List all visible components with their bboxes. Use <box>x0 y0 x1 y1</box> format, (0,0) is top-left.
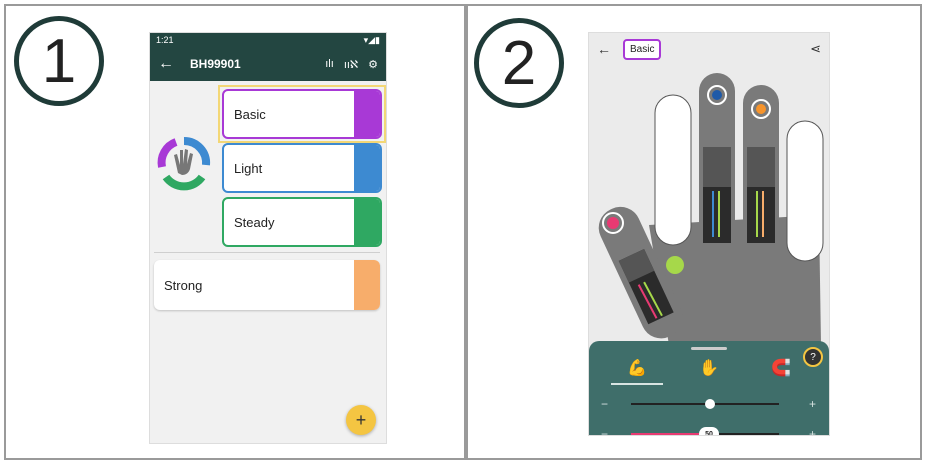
profile-card-light[interactable]: Light <box>222 143 382 193</box>
profile-name-pill[interactable]: Basic <box>623 38 662 60</box>
sheet-handle[interactable] <box>691 347 727 350</box>
divider <box>154 252 380 253</box>
profile-color-swatch <box>354 199 380 245</box>
back-arrow-icon[interactable]: ← <box>597 41 611 57</box>
step-1-panel: 1 1:21 ▾◢▮ ← BH99901 ılı ııℵ ⚙ Basic Lig… <box>4 4 466 460</box>
hand-diagram <box>598 73 824 345</box>
step-number-1: 1 <box>14 16 104 106</box>
status-icons: ▾◢▮ <box>363 34 380 45</box>
arm-icon: 💪 <box>627 360 647 377</box>
profile-color-swatch <box>354 91 380 137</box>
profile-color-swatch <box>354 260 380 310</box>
profile-label: Light <box>234 160 263 176</box>
magnet-icon: 🧲 <box>771 360 791 377</box>
profile-card-steady[interactable]: Steady <box>222 197 382 247</box>
increase-button-2[interactable]: + <box>809 427 816 435</box>
decrease-button[interactable]: − <box>601 397 608 411</box>
tab-hand-pad[interactable]: ✋ <box>683 353 735 383</box>
status-time: 1:21 <box>156 35 174 45</box>
hand-pad-icon: ✋ <box>699 360 719 377</box>
profile-card-strong[interactable]: Strong <box>154 260 380 310</box>
profile-label: Steady <box>234 214 275 230</box>
slider-thumb[interactable] <box>705 399 715 409</box>
slider-value-badge: 50 <box>699 427 719 435</box>
add-profile-button[interactable]: + <box>346 405 376 435</box>
bottom-sheet[interactable]: ? 💪 ✋ 🧲 − + − 50 + <box>589 341 829 435</box>
share-icon[interactable]: ⋖ <box>810 41 821 57</box>
tab-magnet[interactable]: 🧲 <box>755 353 807 383</box>
profile-card-basic[interactable]: Basic <box>222 89 382 139</box>
status-bar: 1:21 ▾◢▮ <box>150 33 386 47</box>
app-bar: ← BH99901 ılı ııℵ ⚙ <box>150 47 386 81</box>
device-title: BH99901 <box>190 57 241 71</box>
profile-color-swatch <box>354 145 380 191</box>
top-bar: ← Basic <box>589 33 829 65</box>
tab-arm[interactable]: 💪 <box>611 353 663 385</box>
hand-zone-ring-icon <box>157 136 211 191</box>
step-number-2: 2 <box>474 18 564 108</box>
gear-icon[interactable]: ⚙ <box>368 58 378 71</box>
chart-icon[interactable]: ılı <box>325 58 334 70</box>
phone-screen-hand-editor: ← Basic ⋖ ? 💪 ✋ 🧲 − + − 50 + <box>588 32 830 436</box>
decrease-button-2[interactable]: − <box>601 427 608 435</box>
profile-label: Strong <box>164 277 203 293</box>
step-2-panel: 2 ← Basic ⋖ ? 💪 ✋ 🧲 − + − 50 + <box>466 4 922 460</box>
back-arrow-icon[interactable]: ← <box>158 55 174 73</box>
increase-button[interactable]: + <box>809 397 816 411</box>
phone-screen-profiles: 1:21 ▾◢▮ ← BH99901 ılı ııℵ ⚙ Basic Light… <box>149 32 387 444</box>
library-icon[interactable]: ııℵ <box>344 58 358 71</box>
profile-label: Basic <box>234 106 266 122</box>
slider-fill-2 <box>631 433 703 435</box>
